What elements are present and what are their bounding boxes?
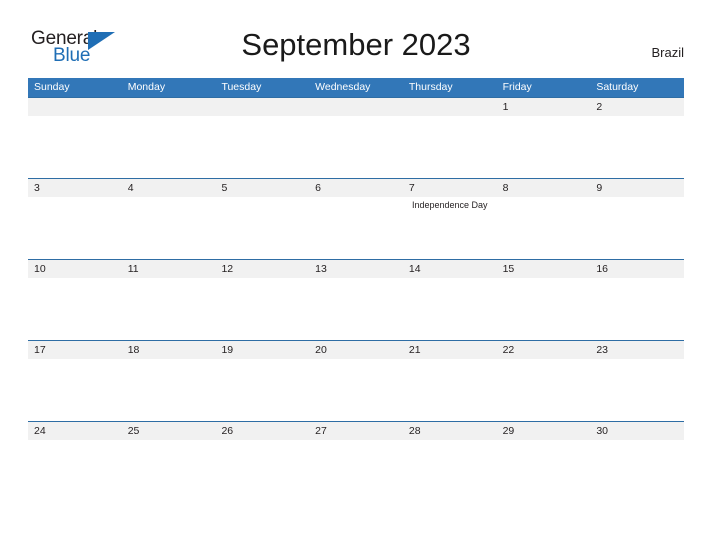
day-number[interactable]: 3 — [28, 179, 122, 197]
day-number[interactable]: 9 — [590, 179, 684, 197]
week-event-band — [28, 359, 684, 361]
day-event — [122, 359, 216, 361]
day-event — [497, 278, 591, 280]
day-event — [215, 278, 309, 280]
day-event — [122, 116, 216, 118]
day-event — [122, 197, 216, 211]
day-event — [590, 440, 684, 442]
day-number[interactable]: 27 — [309, 422, 403, 440]
day-event — [497, 116, 591, 118]
day-event — [215, 359, 309, 361]
day-number[interactable]: 23 — [590, 341, 684, 359]
week-date-band: 10 11 12 13 14 15 16 — [28, 259, 684, 278]
day-event — [497, 440, 591, 442]
day-event — [28, 278, 122, 280]
day-number[interactable]: 21 — [403, 341, 497, 359]
day-number[interactable] — [28, 98, 122, 116]
day-number[interactable]: 29 — [497, 422, 591, 440]
week-row: 3 4 5 6 7 8 9 Independence Day — [28, 178, 684, 259]
day-event — [309, 440, 403, 442]
day-event — [122, 440, 216, 442]
day-number[interactable]: 1 — [497, 98, 591, 116]
day-event — [28, 116, 122, 118]
day-number[interactable]: 15 — [497, 260, 591, 278]
day-number[interactable]: 28 — [403, 422, 497, 440]
week-event-band: Independence Day — [28, 197, 684, 211]
day-number[interactable]: 26 — [215, 422, 309, 440]
page-title: September 2023 — [241, 27, 471, 62]
day-event — [122, 278, 216, 280]
day-number[interactable] — [403, 98, 497, 116]
day-event — [590, 197, 684, 211]
day-event — [403, 440, 497, 442]
weekday-header-tuesday: Tuesday — [221, 81, 262, 93]
day-event — [590, 359, 684, 361]
week-row: 10 11 12 13 14 15 16 — [28, 259, 684, 340]
day-event — [309, 278, 403, 280]
week-event-band — [28, 116, 684, 118]
country-label: Brazil — [651, 45, 684, 60]
day-number[interactable]: 5 — [215, 179, 309, 197]
day-number[interactable]: 4 — [122, 179, 216, 197]
day-number[interactable]: 14 — [403, 260, 497, 278]
week-date-band: 1 2 — [28, 97, 684, 116]
page-header: General Blue September 2023 Brazil — [0, 0, 712, 76]
day-number[interactable]: 22 — [497, 341, 591, 359]
day-event — [590, 278, 684, 280]
day-event — [497, 197, 591, 211]
day-number[interactable]: 17 — [28, 341, 122, 359]
week-date-band: 3 4 5 6 7 8 9 — [28, 178, 684, 197]
day-number[interactable]: 7 — [403, 179, 497, 197]
day-number[interactable]: 16 — [590, 260, 684, 278]
day-number[interactable]: 11 — [122, 260, 216, 278]
week-event-band — [28, 278, 684, 280]
day-event — [403, 116, 497, 118]
day-number[interactable]: 30 — [590, 422, 684, 440]
weekday-header-sunday: Sunday — [34, 81, 70, 93]
calendar-page: General Blue September 2023 Brazil Sunda… — [0, 0, 712, 550]
weekday-header-row: Sunday Monday Tuesday Wednesday Thursday… — [28, 78, 684, 97]
day-event — [590, 116, 684, 118]
day-event — [309, 116, 403, 118]
week-event-band — [28, 440, 684, 442]
day-event — [215, 116, 309, 118]
day-number[interactable]: 24 — [28, 422, 122, 440]
week-date-band: 24 25 26 27 28 29 30 — [28, 421, 684, 440]
day-event — [28, 440, 122, 442]
day-event — [403, 359, 497, 361]
day-number[interactable]: 6 — [309, 179, 403, 197]
day-event-independence-day: Independence Day — [411, 200, 488, 210]
day-number[interactable]: 10 — [28, 260, 122, 278]
weekday-header-thursday: Thursday — [408, 81, 453, 93]
day-number[interactable] — [309, 98, 403, 116]
day-number[interactable]: 18 — [122, 341, 216, 359]
day-number[interactable]: 19 — [215, 341, 309, 359]
week-row: 17 18 19 20 21 22 23 — [28, 340, 684, 421]
day-number[interactable] — [122, 98, 216, 116]
day-number[interactable]: 12 — [215, 260, 309, 278]
day-event — [215, 197, 309, 211]
day-event — [309, 197, 403, 211]
weekday-header-monday: Monday — [127, 81, 166, 93]
day-number[interactable]: 25 — [122, 422, 216, 440]
day-event — [215, 440, 309, 442]
day-event — [309, 359, 403, 361]
day-event — [403, 278, 497, 280]
calendar-grid: Sunday Monday Tuesday Wednesday Thursday… — [28, 78, 684, 502]
day-number[interactable]: 20 — [309, 341, 403, 359]
day-number[interactable] — [215, 98, 309, 116]
day-event — [28, 359, 122, 361]
day-event — [497, 359, 591, 361]
day-number[interactable]: 8 — [497, 179, 591, 197]
day-event — [28, 197, 122, 211]
week-row: 24 25 26 27 28 29 30 — [28, 421, 684, 502]
weekday-header-wednesday: Wednesday — [315, 81, 371, 93]
day-number[interactable]: 13 — [309, 260, 403, 278]
week-row: 1 2 — [28, 97, 684, 178]
weekday-header-friday: Friday — [502, 81, 532, 93]
day-number[interactable]: 2 — [590, 98, 684, 116]
week-date-band: 17 18 19 20 21 22 23 — [28, 340, 684, 359]
weekday-header-saturday: Saturday — [596, 81, 639, 93]
